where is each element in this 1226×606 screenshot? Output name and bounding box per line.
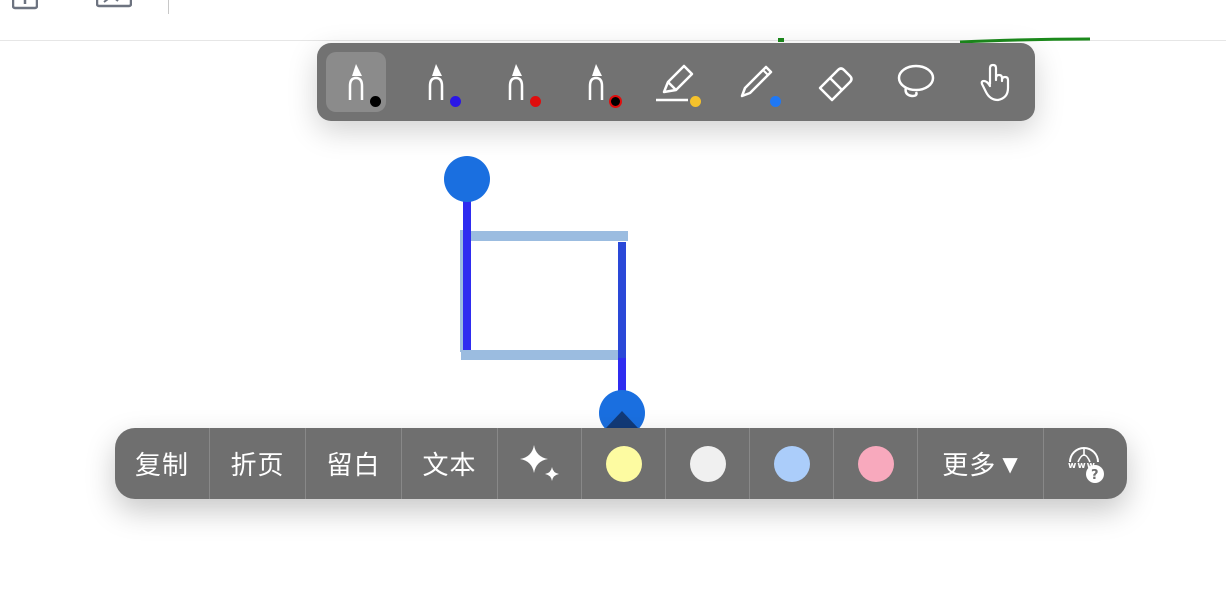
swatch-pink: [857, 445, 894, 482]
more-button[interactable]: 更多 ▼: [918, 428, 1044, 499]
text-button[interactable]: 文本: [402, 428, 498, 499]
fountain-pen-icon: [428, 64, 444, 100]
fountain-pen-icon: [588, 64, 604, 100]
eraser-icon: [818, 67, 853, 102]
chevron-down-icon: ▼: [1002, 451, 1019, 476]
fold-page-button[interactable]: 折页: [210, 428, 306, 499]
fountain-pen-icon: [348, 64, 364, 100]
color-dot: [690, 96, 701, 107]
ai-sparkle-button[interactable]: [498, 428, 582, 499]
copy-label: 复制: [134, 451, 189, 481]
color-dot: [370, 96, 381, 107]
swatch-yellow: [605, 445, 642, 482]
fountain-pen-black-red-tool[interactable]: [566, 52, 626, 112]
pencil-icon: [740, 65, 773, 98]
color-swatch-yellow[interactable]: [582, 428, 666, 499]
menu-pointer-arrow: [606, 411, 638, 428]
swatch-blue: [773, 445, 810, 482]
color-dot: [609, 95, 622, 108]
toolbar-divider: [168, 0, 169, 14]
pencil-tool[interactable]: [726, 52, 786, 112]
fountain-pen-red-tool[interactable]: [486, 52, 546, 112]
color-dot: [770, 96, 781, 107]
copy-button[interactable]: 复制: [115, 428, 210, 499]
hand-tool[interactable]: [966, 52, 1026, 112]
sparkle-icon: [519, 444, 559, 481]
web-search-button[interactable]: www ?: [1044, 428, 1127, 499]
web-search-icon: www ?: [1068, 446, 1104, 483]
color-dot: [450, 96, 461, 107]
highlighter-tool[interactable]: [646, 52, 706, 112]
more-label: 更多: [942, 451, 997, 481]
margin-label: 留白: [326, 451, 381, 481]
margin-button[interactable]: 留白: [306, 428, 402, 499]
add-page-icon[interactable]: [12, 0, 38, 12]
color-swatch-white[interactable]: [666, 428, 750, 499]
fountain-pen-black-tool[interactable]: [326, 52, 386, 112]
svg-text:?: ?: [1091, 468, 1100, 483]
color-swatch-blue[interactable]: [750, 428, 834, 499]
fountain-pen-blue-tool[interactable]: [406, 52, 466, 112]
lasso-icon: [897, 64, 935, 98]
color-dot: [530, 96, 541, 107]
color-swatch-pink[interactable]: [834, 428, 918, 499]
pen-toolbar: [317, 43, 1035, 121]
swatch-white: [689, 445, 726, 482]
fountain-pen-icon: [508, 64, 524, 100]
fold-page-label: 折页: [230, 451, 285, 481]
lasso-tool[interactable]: [886, 52, 946, 112]
text-label: 文本: [422, 451, 477, 481]
hand-icon: [980, 63, 1010, 102]
image-icon[interactable]: [96, 0, 132, 12]
selection-context-menu: 复制 折页 留白 文本 更多 ▼ www ?: [115, 428, 1127, 499]
selection-start-handle: [444, 156, 490, 202]
eraser-tool[interactable]: [806, 52, 866, 112]
